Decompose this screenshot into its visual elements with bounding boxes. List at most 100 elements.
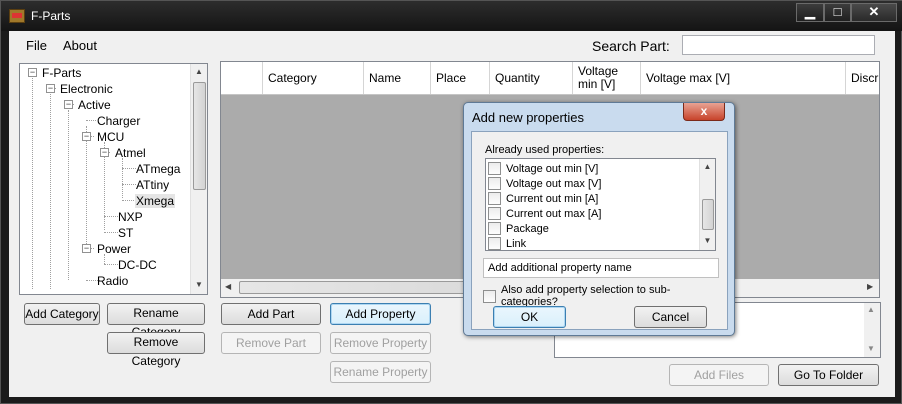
tree-node-xmega[interactable]: Xmega bbox=[135, 194, 176, 208]
tree-line bbox=[104, 264, 118, 265]
tree-node-dc-dc[interactable]: DC-DC bbox=[118, 258, 157, 272]
collapse-icon[interactable]: − bbox=[82, 132, 91, 141]
tree-node-nxp[interactable]: NXP bbox=[118, 210, 143, 224]
subcategories-label: Also add property selection to sub-categ… bbox=[500, 284, 671, 308]
add-properties-dialog: Add new properties x Already used proper… bbox=[463, 102, 735, 336]
column-header-name[interactable]: Name bbox=[364, 62, 431, 94]
files-scrollbar[interactable]: ▲ ▼ bbox=[864, 303, 880, 357]
checkbox[interactable] bbox=[488, 192, 501, 205]
go-to-folder-button[interactable]: Go To Folder bbox=[778, 364, 879, 386]
checkbox[interactable] bbox=[488, 222, 501, 235]
property-label: Voltage out min [V] bbox=[506, 162, 599, 175]
properties-scrollbar[interactable]: ▲ ▼ bbox=[699, 159, 715, 250]
tree-line bbox=[122, 184, 136, 185]
scroll-down-icon[interactable]: ▼ bbox=[700, 236, 715, 245]
rename-category-button[interactable]: Rename Category bbox=[107, 303, 205, 339]
property-label: Current out min [A] bbox=[506, 192, 599, 205]
collapse-icon[interactable]: − bbox=[82, 244, 91, 253]
collapse-icon[interactable]: − bbox=[100, 148, 109, 157]
subcategories-checkbox[interactable] bbox=[483, 289, 496, 303]
column-header-place[interactable]: Place bbox=[431, 62, 490, 94]
close-button[interactable]: ✕ bbox=[851, 3, 897, 22]
tree-node-electronic[interactable]: Electronic bbox=[60, 82, 113, 96]
tree-node-f-parts[interactable]: F-Parts bbox=[42, 66, 81, 80]
collapse-icon[interactable]: − bbox=[46, 84, 55, 93]
search-label: Search Part: bbox=[592, 38, 670, 54]
dialog-close-button[interactable]: x bbox=[683, 103, 725, 121]
add-category-button[interactable]: Add Category bbox=[24, 303, 100, 325]
tree-line bbox=[122, 168, 136, 169]
properties-checklist[interactable]: Voltage out min [V] Voltage out max [V] … bbox=[485, 158, 716, 251]
property-label: Link bbox=[506, 237, 527, 250]
main-window: F-Parts ▁ □ ✕ File About Search Part: − … bbox=[0, 0, 902, 404]
rename-property-button[interactable]: Rename Property bbox=[330, 361, 431, 383]
tree-line bbox=[86, 120, 96, 121]
scroll-up-icon[interactable]: ▲ bbox=[867, 305, 875, 314]
property-label: Voltage out max [V] bbox=[506, 177, 602, 190]
tree-node-radio[interactable]: Radio bbox=[97, 274, 128, 288]
tree-line bbox=[32, 78, 33, 289]
tree-node-active[interactable]: Active bbox=[78, 98, 111, 112]
property-label: Package bbox=[506, 222, 549, 235]
tree-node-charger[interactable]: Charger bbox=[97, 114, 140, 128]
column-header-description[interactable]: Discri bbox=[846, 62, 879, 94]
tree-node-power[interactable]: Power bbox=[97, 242, 131, 256]
scroll-thumb[interactable] bbox=[193, 82, 206, 190]
title-bar[interactable]: F-Parts ▁ □ ✕ bbox=[1, 1, 902, 31]
tree-node-attiny[interactable]: ATtiny bbox=[136, 178, 169, 192]
scroll-up-icon[interactable]: ▲ bbox=[191, 67, 207, 76]
window-title: F-Parts bbox=[31, 9, 71, 23]
maximize-button[interactable]: □ bbox=[824, 3, 851, 22]
property-item[interactable]: Current out max [A] bbox=[488, 206, 601, 221]
remove-property-button[interactable]: Remove Property bbox=[330, 332, 431, 354]
row-header-corner bbox=[221, 62, 263, 94]
property-item[interactable]: Link bbox=[488, 236, 527, 250]
remove-part-button[interactable]: Remove Part bbox=[221, 332, 321, 354]
tree-scrollbar[interactable]: ▲ ▼ bbox=[190, 64, 207, 294]
menu-about[interactable]: About bbox=[63, 38, 97, 53]
search-input[interactable] bbox=[682, 35, 875, 55]
scroll-down-icon[interactable]: ▼ bbox=[867, 344, 875, 353]
tree-line bbox=[122, 158, 123, 198]
app-icon bbox=[9, 9, 25, 23]
scroll-down-icon[interactable]: ▼ bbox=[191, 280, 207, 289]
client-area: File About Search Part: − − − − − − F-Pa… bbox=[9, 31, 895, 397]
tree-node-atmega[interactable]: ATmega bbox=[136, 162, 180, 176]
remove-category-button[interactable]: Remove Category bbox=[107, 332, 205, 368]
property-item[interactable]: Voltage out min [V] bbox=[488, 161, 598, 176]
checkbox[interactable] bbox=[488, 162, 501, 175]
scroll-up-icon[interactable]: ▲ bbox=[700, 162, 715, 171]
tree-node-mcu[interactable]: MCU bbox=[97, 130, 124, 144]
checkbox[interactable] bbox=[488, 237, 501, 250]
checkbox[interactable] bbox=[488, 207, 501, 220]
column-header-quantity[interactable]: Quantity bbox=[490, 62, 573, 94]
scroll-right-icon[interactable]: ▶ bbox=[867, 282, 873, 291]
collapse-icon[interactable]: − bbox=[28, 68, 37, 77]
add-files-button[interactable]: Add Files bbox=[669, 364, 769, 386]
ok-button[interactable]: OK bbox=[493, 306, 566, 328]
add-property-button[interactable]: Add Property bbox=[330, 303, 431, 325]
column-header-voltage-max[interactable]: Voltage max [V] bbox=[641, 62, 846, 94]
property-item[interactable]: Package bbox=[488, 221, 549, 236]
cancel-button[interactable]: Cancel bbox=[634, 306, 707, 328]
property-item[interactable]: Current out min [A] bbox=[488, 191, 598, 206]
tree-line bbox=[86, 126, 87, 248]
menu-file[interactable]: File bbox=[26, 38, 47, 53]
tree-line bbox=[104, 216, 118, 217]
column-header-voltage-min[interactable]: Voltage min [V] bbox=[573, 62, 641, 94]
already-used-label: Already used properties: bbox=[485, 144, 605, 156]
tree-line bbox=[104, 232, 118, 233]
new-property-input[interactable] bbox=[483, 258, 719, 278]
category-tree[interactable]: − − − − − − F-Parts Electronic Active Ch… bbox=[19, 63, 208, 295]
checkbox[interactable] bbox=[488, 177, 501, 190]
subcategories-option[interactable]: Also add property selection to sub-categ… bbox=[483, 284, 727, 308]
tree-node-st[interactable]: ST bbox=[118, 226, 133, 240]
add-part-button[interactable]: Add Part bbox=[221, 303, 321, 325]
property-item[interactable]: Voltage out max [V] bbox=[488, 176, 601, 191]
scroll-thumb[interactable] bbox=[702, 199, 714, 230]
tree-node-atmel[interactable]: Atmel bbox=[115, 146, 146, 160]
collapse-icon[interactable]: − bbox=[64, 100, 73, 109]
scroll-left-icon[interactable]: ◀ bbox=[225, 282, 231, 291]
minimize-button[interactable]: ▁ bbox=[796, 3, 824, 22]
column-header-category[interactable]: Category bbox=[263, 62, 364, 94]
